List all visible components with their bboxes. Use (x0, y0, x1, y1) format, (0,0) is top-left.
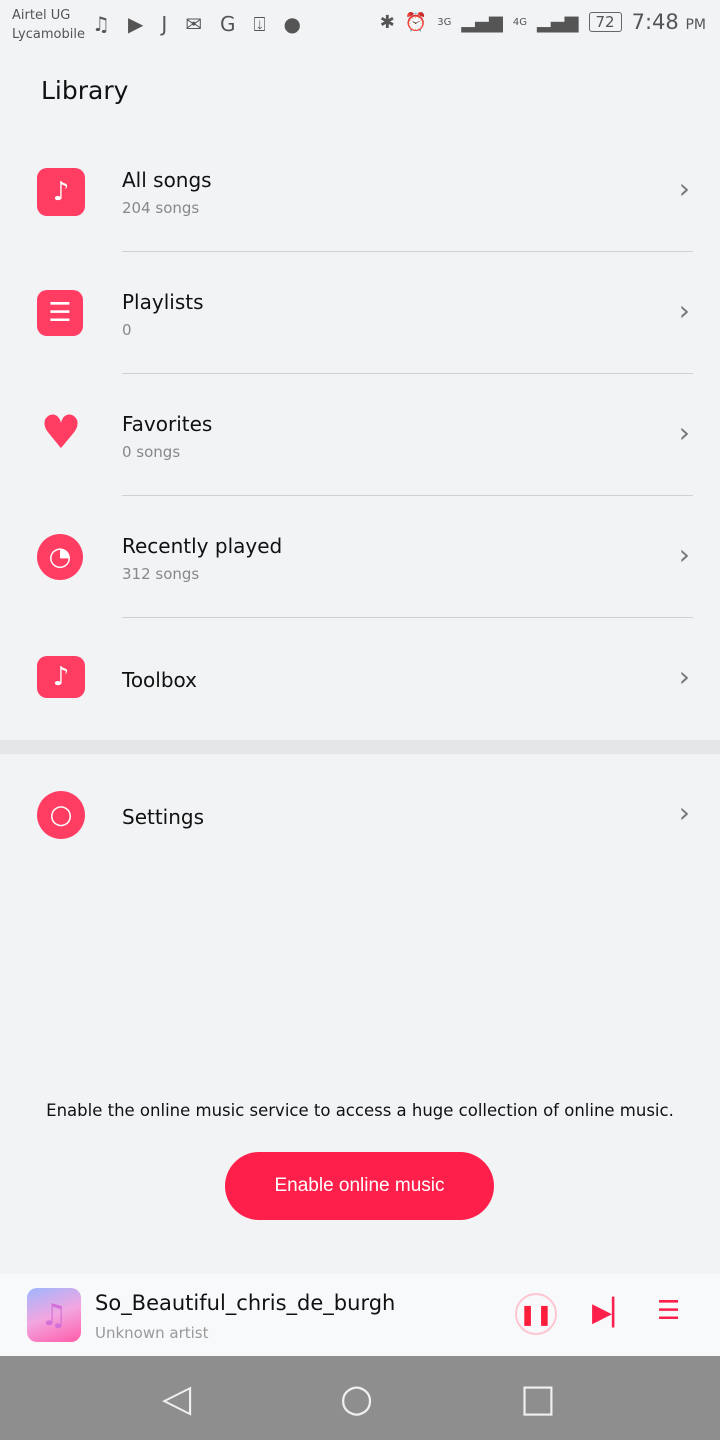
library-item-all-songs[interactable]: ♪ All songs 204 songs › (0, 130, 720, 252)
youtube-icon: ▶ (127, 12, 144, 36)
chevron-right-icon: › (678, 660, 690, 693)
signal-bars-icon-2: ▂▄▆ (536, 11, 579, 33)
item-label: Toolbox (122, 668, 197, 692)
item-count: 0 (122, 321, 132, 339)
google-icon: G (220, 12, 236, 36)
recents-button[interactable]: □ (520, 1378, 556, 1418)
item-label: All songs (122, 168, 212, 192)
settings-item[interactable]: ○ Settings › (0, 754, 720, 876)
item-label: Favorites (122, 412, 213, 436)
item-count: 312 songs (122, 565, 200, 583)
ampm: PM (685, 17, 706, 33)
section-separator (0, 740, 720, 754)
alarm-icon: ⏰ (404, 11, 428, 33)
chevron-right-icon: › (678, 294, 690, 327)
song-title[interactable]: So_Beautiful_chris_de_burgh (95, 1291, 395, 1315)
queue-icon: ☰ (657, 1296, 681, 1326)
item-count: 204 songs (122, 199, 200, 217)
clock: 7:48 PM (632, 10, 706, 34)
gear-icon: ○ (37, 791, 85, 839)
carrier-2: Lycamobile (12, 27, 85, 42)
back-button[interactable]: ◁ (162, 1378, 191, 1418)
pause-button[interactable]: ❚❚ (515, 1293, 557, 1335)
mini-player[interactable]: ♫ So_Beautiful_chris_de_burgh Unknown ar… (0, 1274, 720, 1356)
item-label: Recently played (122, 534, 283, 558)
library-item-recently-played[interactable]: ◔ Recently played 312 songs › (0, 496, 720, 618)
playlist-icon: ☰ (37, 290, 83, 336)
item-label: Settings (122, 805, 205, 829)
item-count: 0 songs (122, 443, 181, 461)
library-item-favorites[interactable]: ♥ Favorites 0 songs › (0, 374, 720, 496)
sync-icon: ● (283, 12, 301, 36)
online-music-promo: Enable the online music service to acces… (46, 1101, 674, 1120)
home-button[interactable]: ○ (340, 1378, 373, 1418)
signal-3g-icon: 3G (437, 16, 452, 28)
music-note-icon: ♪ (37, 168, 85, 216)
signal-bars-icon: ▂▄▆ (461, 11, 503, 33)
library-item-playlists[interactable]: ☰ Playlists 0 › (0, 252, 720, 374)
status-bar: Airtel UG Lycamobile ♫ ▶ J ✉ G ⍗ ● ✱ ⏰ 3G ▂▄▆ 4G… (0, 0, 720, 50)
song-artist: Unknown artist (95, 1324, 209, 1342)
gmail-icon: ✉ (185, 12, 202, 36)
page-title: Library (41, 76, 129, 105)
notification-icons: ♫ ▶ J ✉ G ⍗ ● (92, 12, 301, 36)
navigation-bar: ◁ ○ □ (0, 1356, 720, 1440)
battery-indicator: 72 (588, 12, 622, 32)
enable-online-music-button[interactable]: Enable online music (225, 1152, 494, 1220)
bluetooth-icon: ✱ (379, 11, 395, 33)
carrier-1: Airtel UG (12, 8, 71, 23)
library-item-toolbox[interactable]: ♪ Toolbox › (0, 618, 720, 740)
jiji-icon: J (161, 12, 168, 36)
time: 7:48 (631, 10, 679, 34)
chevron-right-icon: › (678, 538, 690, 571)
carrier-info: Airtel UG Lycamobile (12, 6, 85, 44)
music-icon: ♫ (92, 12, 110, 36)
toolbox-icon: ♪ (37, 656, 85, 698)
skip-next-icon: ▶▏ (592, 1298, 632, 1328)
signal-4g-icon: 4G (512, 16, 527, 28)
usb-icon: ⍗ (253, 12, 266, 36)
pause-icon: ❚❚ (519, 1302, 553, 1326)
chevron-right-icon: › (678, 416, 690, 449)
music-note-icon: ♫ (40, 1297, 68, 1333)
item-label: Playlists (122, 290, 204, 314)
chevron-right-icon: › (678, 172, 690, 205)
clock-icon: ◔ (37, 534, 83, 580)
next-button[interactable]: ▶▏ (592, 1298, 632, 1328)
heart-icon: ♥ (40, 405, 82, 459)
album-art: ♫ (27, 1288, 81, 1342)
chevron-right-icon: › (678, 796, 690, 829)
queue-button[interactable]: ☰ (657, 1296, 680, 1326)
